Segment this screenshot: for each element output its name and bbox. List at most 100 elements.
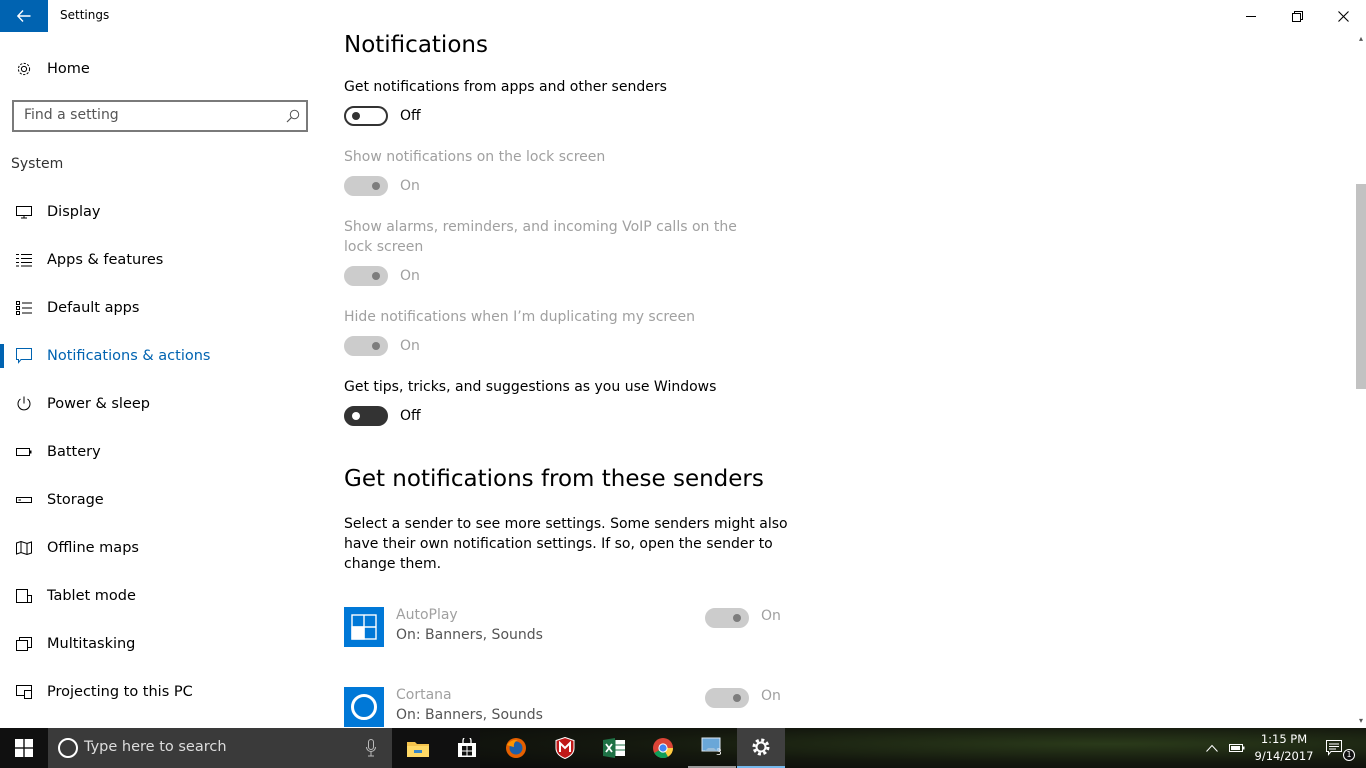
cortana-icon [344, 687, 384, 727]
nav-home[interactable]: Home [0, 52, 320, 86]
sidebar-item-label: Battery [47, 444, 101, 460]
sidebar-item-label: Display [47, 204, 101, 220]
close-button[interactable] [1320, 0, 1366, 32]
toggle-state: On [761, 608, 781, 624]
cortana-toggle [705, 688, 749, 708]
title-bar: Settings [0, 0, 1366, 32]
close-icon [1337, 10, 1349, 22]
sidebar-item-tablet-mode[interactable]: Tablet mode [0, 576, 320, 616]
action-center-icon[interactable] [1324, 738, 1344, 758]
taskbar-firefox[interactable] [492, 728, 540, 768]
excel-icon [603, 738, 625, 758]
list-icon [16, 252, 32, 268]
section-heading: System [11, 156, 64, 172]
sidebar-item-display[interactable]: Display [0, 192, 320, 232]
sidebar-item-battery[interactable]: Battery [0, 432, 320, 472]
taskbar-file-explorer[interactable] [394, 728, 442, 768]
sidebar-item-default-apps[interactable]: Default apps [0, 288, 320, 328]
sender-cortana[interactable]: Cortana On: Banners, Sounds On [344, 687, 804, 728]
cortana-circle-icon [58, 738, 78, 758]
sidebar-item-power-sleep[interactable]: Power & sleep [0, 384, 320, 424]
tablet-icon [16, 588, 32, 604]
taskbar-store[interactable] [443, 728, 491, 768]
sidebar-item-label: Default apps [47, 300, 140, 316]
sender-name: AutoPlay [396, 607, 458, 623]
setting-label: Hide notifications when I’m duplicating … [344, 309, 695, 325]
sidebar-item-multitasking[interactable]: Multitasking [0, 624, 320, 664]
power-icon [16, 396, 32, 412]
taskbar-chrome[interactable] [639, 728, 687, 768]
scroll-down-icon[interactable]: ▾ [1356, 716, 1366, 726]
senders-heading: Get notifications from these senders [344, 466, 764, 492]
taskbar-search-placeholder: Type here to search [84, 739, 227, 755]
toggle-state: Off [400, 408, 421, 424]
start-button[interactable] [0, 728, 48, 768]
sidebar: Home System Display Apps & features Defa… [0, 32, 320, 728]
back-arrow-icon [17, 10, 31, 22]
microphone-icon[interactable] [366, 739, 376, 757]
sidebar-item-label: Multitasking [47, 636, 136, 652]
toggle-knob [352, 412, 360, 420]
scroll-thumb[interactable] [1356, 184, 1366, 389]
taskbar-excel[interactable] [590, 728, 638, 768]
monitor-icon [16, 204, 32, 220]
store-icon [458, 738, 476, 757]
sidebar-item-label: Projecting to this PC [47, 684, 193, 700]
sender-autoplay[interactable]: AutoPlay On: Banners, Sounds On [344, 607, 804, 649]
sender-name: Cortana [396, 687, 452, 703]
toggle-knob [733, 614, 741, 622]
projecting-icon [16, 684, 32, 700]
taskbar-search[interactable]: Type here to search [48, 728, 392, 768]
chevron-up-icon[interactable] [1202, 738, 1222, 758]
toggle-knob [352, 112, 360, 120]
minimize-icon [1246, 16, 1256, 17]
mcafee-icon [555, 737, 575, 759]
sender-detail: On: Banners, Sounds [396, 627, 543, 643]
sidebar-item-apps-features[interactable]: Apps & features [0, 240, 320, 280]
sidebar-item-label: Notifications & actions [47, 348, 211, 364]
back-button[interactable] [0, 0, 48, 32]
toggle-knob [372, 272, 380, 280]
minimize-button[interactable] [1228, 0, 1274, 32]
search-input[interactable] [24, 107, 274, 123]
main-content: Notifications Get notifications from app… [320, 32, 1354, 728]
speech-bubble-icon [16, 348, 32, 364]
sidebar-item-notifications[interactable]: Notifications & actions [0, 336, 320, 376]
file-explorer-icon [407, 742, 429, 757]
scroll-up-icon[interactable]: ▴ [1356, 34, 1366, 44]
tips-tricks-toggle[interactable] [344, 406, 388, 426]
notification-count-badge: 1 [1343, 749, 1355, 761]
toggle-state: Off [400, 108, 421, 124]
nav-home-label: Home [47, 61, 90, 77]
hide-when-duplicating-toggle [344, 336, 388, 356]
setting-label: Get tips, tricks, and suggestions as you… [344, 379, 717, 395]
taskbar-remote-desktop[interactable]: 3 [688, 728, 736, 768]
sidebar-item-storage[interactable]: Storage [0, 480, 320, 520]
taskbar-clock[interactable]: 1:15 PM 9/14/2017 [1244, 731, 1324, 765]
sidebar-item-offline-maps[interactable]: Offline maps [0, 528, 320, 568]
multitasking-icon [16, 636, 32, 652]
restore-button[interactable] [1274, 0, 1320, 32]
restore-icon [1291, 10, 1303, 22]
toggle-state: On [761, 688, 781, 704]
settings-icon [752, 738, 770, 756]
search-box[interactable] [12, 100, 308, 132]
toggle-knob [733, 694, 741, 702]
search-icon[interactable] [286, 109, 300, 123]
firefox-icon [506, 738, 526, 758]
clock-date: 9/14/2017 [1254, 749, 1314, 763]
page-title: Notifications [344, 32, 488, 58]
sidebar-item-projecting[interactable]: Projecting to this PC [0, 672, 320, 712]
toggle-knob [372, 342, 380, 350]
battery-icon [16, 444, 32, 460]
sidebar-item-label: Tablet mode [47, 588, 136, 604]
scrollbar[interactable]: ▴ ▾ [1354, 32, 1366, 728]
setting-label: Get notifications from apps and other se… [344, 79, 667, 95]
sidebar-item-label: Power & sleep [47, 396, 150, 412]
taskbar-mcafee[interactable] [541, 728, 589, 768]
toggle-knob [372, 182, 380, 190]
default-apps-icon [16, 300, 32, 316]
clock-time: 1:15 PM [1260, 732, 1308, 746]
taskbar-settings[interactable] [737, 728, 785, 768]
get-notifications-toggle[interactable] [344, 106, 388, 126]
